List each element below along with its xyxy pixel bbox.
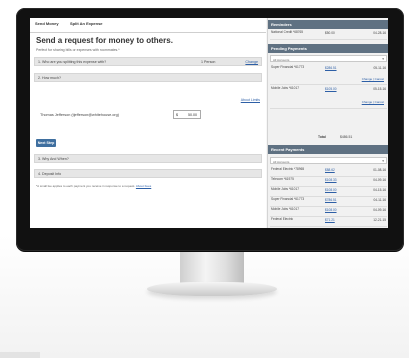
screen: Send Money Split An Expense Send a reque… <box>30 18 388 228</box>
pending-total: Total $486.51 <box>270 134 387 140</box>
amount-input[interactable]: $ 50.00 <box>173 110 201 119</box>
recent-payment-item[interactable]: Federal Electric *78965 $88.62 01-08-16 <box>270 167 387 177</box>
pending-payment-item[interactable]: Mobile Jobs *61017 $105.00 05-15-16 Chan… <box>270 86 387 109</box>
step-1-value: 1 Person <box>201 60 216 64</box>
sidebar: Reminders National Credit *68765 $50.00 … <box>267 18 388 228</box>
recent-date: 12-21-15 <box>373 218 386 222</box>
recent-payment-item[interactable]: Super Financial *61773 $786.51 04-11-16 <box>270 197 387 207</box>
recent-amount[interactable]: $108.33 <box>325 178 337 182</box>
page-subtitle: Perfect for sharing bills or expenses wi… <box>36 48 120 52</box>
change-cancel-links[interactable]: Change | Cancel <box>362 77 384 81</box>
recent-date: 04-09-16 <box>373 178 386 182</box>
step-2-label: 2. How much? <box>38 76 61 80</box>
about-limits-link[interactable]: About Limits <box>241 98 260 102</box>
recent-name: Telecom *61975 <box>271 177 294 181</box>
pending-filter-value: All Accounts <box>273 57 290 62</box>
recent-date: 04-09-16 <box>373 208 386 212</box>
reminder-name: National Credit *68765 <box>271 30 304 34</box>
page-title: Send a request for money to others. <box>36 36 173 45</box>
reminder-item[interactable]: National Credit *68765 $50.00 04-28-16 <box>270 30 387 40</box>
step-3-label: 3. Why And When? <box>38 157 69 161</box>
recent-name: Mobile Jobs *61017 <box>271 207 299 211</box>
pending-amount[interactable]: $286.51 <box>325 66 337 70</box>
currency-symbol: $ <box>176 113 178 117</box>
recent-payment-item[interactable]: Federal Electric $71.21 12-21-15 <box>270 217 387 227</box>
step-2-row[interactable]: 2. How much? <box>34 73 262 82</box>
step-4-label: 4. Deposit Info <box>38 172 62 176</box>
recipient-name: Thomas Jefferson (tjefferson@whitehouse.… <box>40 113 120 117</box>
recent-date: 01-08-16 <box>373 168 386 172</box>
pending-date: 05-11-16 <box>373 66 386 70</box>
tab-split-expense[interactable]: Split An Expense <box>70 21 103 26</box>
tab-bar: Send Money Split An Expense <box>30 18 266 33</box>
monitor-stand-base <box>147 282 277 296</box>
step-1-label: 1. Who are you splitting this expense wi… <box>38 60 107 64</box>
step-1-row[interactable]: 1. Who are you splitting this expense wi… <box>34 57 262 66</box>
pending-payments-header: Pending Payments <box>268 44 388 53</box>
recent-account-filter[interactable]: All Accounts ▾ <box>270 157 387 164</box>
pending-date: 05-15-16 <box>373 87 386 91</box>
amount-value: 50.00 <box>188 113 197 117</box>
footnote-text: *A small fee applies to each payment you… <box>36 184 136 188</box>
recent-payment-item[interactable]: Mobile Jobs *61017 $108.00 04-15-16 <box>270 187 387 197</box>
step-3-row[interactable]: 3. Why And When? <box>34 154 262 163</box>
fee-footnote: *A small fee applies to each payment you… <box>36 184 151 188</box>
recent-amount[interactable]: $108.00 <box>325 208 337 212</box>
reminder-date: 04-28-16 <box>373 31 386 35</box>
chevron-down-icon: ▾ <box>382 159 384 163</box>
pending-payment-item[interactable]: Super Financial *61773 $286.51 05-11-16 … <box>270 65 387 85</box>
recent-amount[interactable]: $786.51 <box>325 198 337 202</box>
next-step-button[interactable]: Next Step <box>36 139 56 147</box>
reminder-amount: $50.00 <box>325 31 335 35</box>
change-link[interactable]: Change <box>245 60 258 64</box>
monitor-stand-neck <box>180 252 244 284</box>
recent-payment-item[interactable]: Mobile Jobs *61017 $108.00 04-09-16 <box>270 207 387 217</box>
recent-payment-item[interactable]: Telecom *61975 $108.33 04-09-16 <box>270 177 387 187</box>
about-fees-link[interactable]: About Fees <box>136 184 151 188</box>
total-label: Total <box>318 135 326 139</box>
desk-edge <box>0 352 40 358</box>
chevron-down-icon: ▾ <box>382 57 384 61</box>
total-value: $486.51 <box>340 135 353 139</box>
step-4-row[interactable]: 4. Deposit Info <box>34 169 262 178</box>
recent-payments-header: Recent Payments <box>268 145 388 154</box>
pending-name: Super Financial *61773 <box>271 65 305 69</box>
recent-amount[interactable]: $71.21 <box>325 218 335 222</box>
change-cancel-links[interactable]: Change | Cancel <box>362 100 384 104</box>
tab-send-money[interactable]: Send Money <box>32 21 62 29</box>
recent-name: Federal Electric *78965 <box>271 167 305 171</box>
reminders-header: Reminders <box>268 20 388 29</box>
recent-amount[interactable]: $108.00 <box>325 188 337 192</box>
recent-filter-value: All Accounts <box>273 159 290 164</box>
recent-name: Federal Electric <box>271 217 294 221</box>
pending-name: Mobile Jobs *61017 <box>271 86 299 90</box>
recent-name: Mobile Jobs *61017 <box>271 187 299 191</box>
recent-date: 04-11-16 <box>373 198 386 202</box>
pending-amount[interactable]: $105.00 <box>325 87 337 91</box>
recent-name: Super Financial *61773 <box>271 197 305 201</box>
recent-date: 04-15-16 <box>373 188 386 192</box>
main-panel: Send Money Split An Expense Send a reque… <box>30 18 266 228</box>
pending-account-filter[interactable]: All Accounts ▾ <box>270 55 387 62</box>
recent-amount[interactable]: $88.62 <box>325 168 335 172</box>
